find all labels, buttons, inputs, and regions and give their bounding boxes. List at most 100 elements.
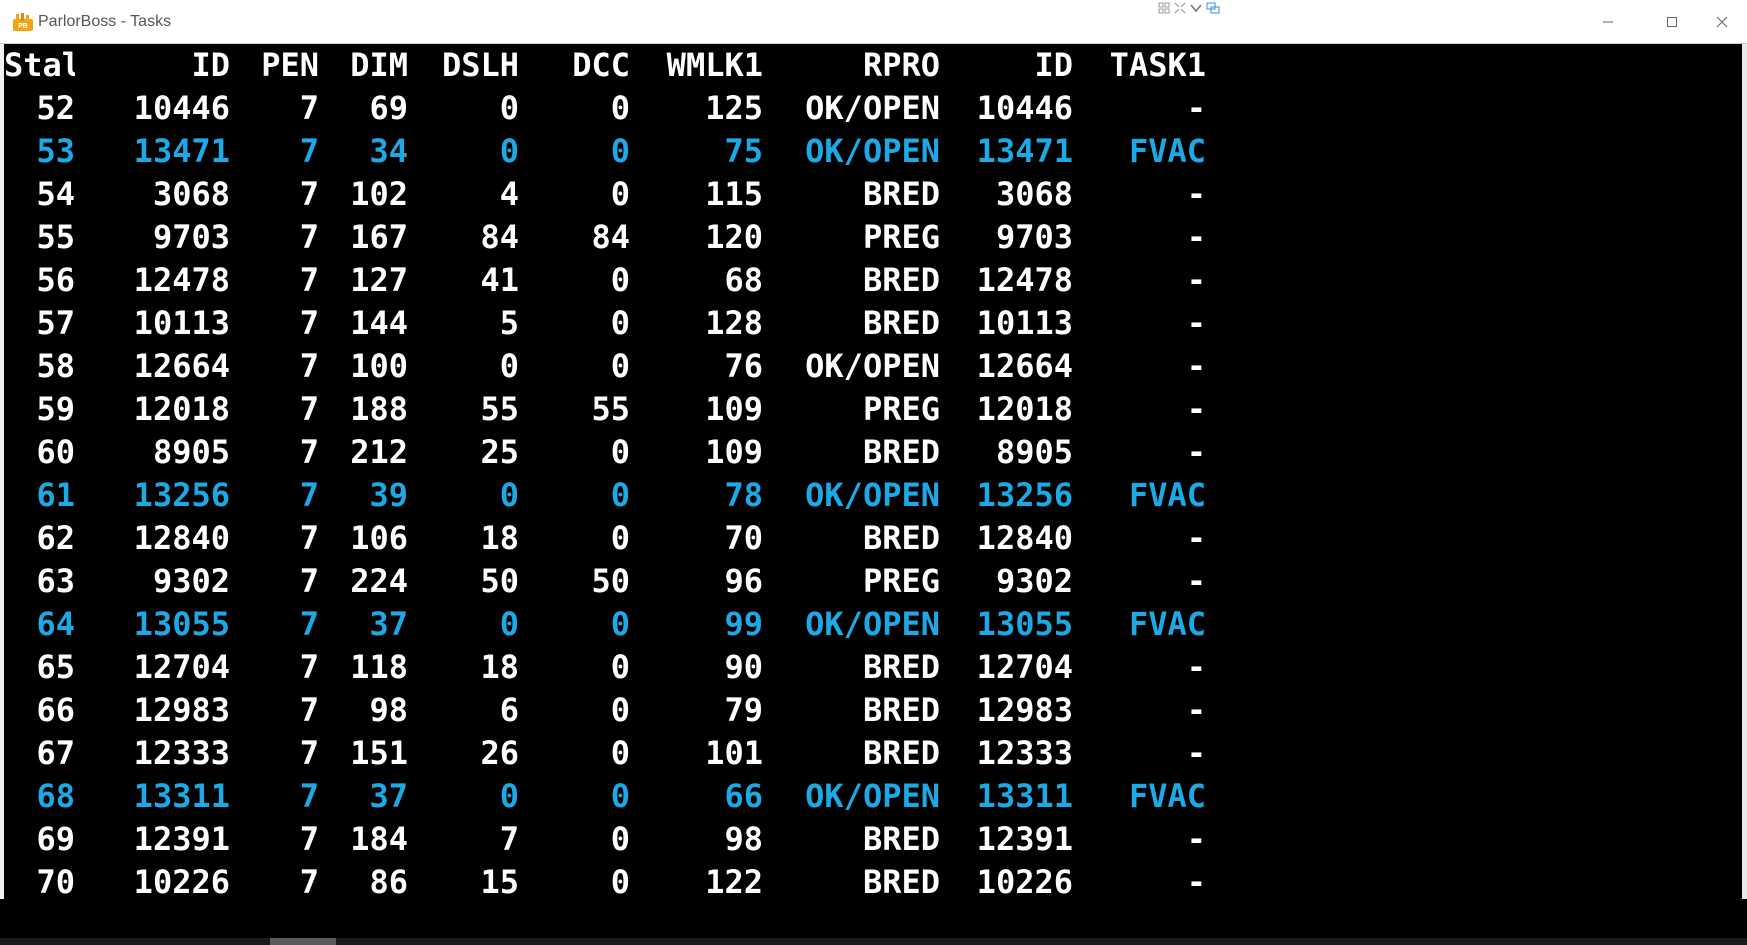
horizontal-scrollbar-thumb[interactable] [270,938,336,945]
cell-id: 13471 [133,132,230,170]
cell-pen: 7 [299,648,319,686]
cell-id: 12391 [133,820,230,858]
cell-dcc: 0 [610,347,630,385]
cell-wmlk1: 79 [724,691,763,729]
cell-rpro: OK/OPEN [805,347,940,385]
cell-id: 12018 [133,390,230,428]
table-row: 68 13311 7 37 0 0 66 OK/OPEN 13311 FVAC [4,775,1206,818]
cell-rpro: BRED [862,304,940,342]
cell-wmlk1: 68 [724,261,763,299]
cell-stall: 55 [36,218,75,256]
cell-rpro: BRED [862,433,940,471]
cell-dslh: 4 [499,175,519,213]
cell-stall: 60 [36,433,75,471]
cell-dcc: 0 [610,261,630,299]
cell-dslh: 0 [499,777,519,815]
cell-wmlk1: 109 [705,390,763,428]
table-header-row: Stall ID PEN DIM DSLH DCC WMLK1 RPRO ID TASK1 [4,44,1206,87]
cell-pen: 7 [299,863,319,901]
cell-dim: 69 [369,89,408,127]
minimize-button[interactable] [1578,0,1638,44]
cell-dcc: 84 [591,218,630,256]
cell-pen: 7 [299,132,319,170]
table-row: 62 12840 7 106 18 0 70 BRED 12840 - [4,517,1206,560]
table-row: 65 12704 7 118 18 0 90 BRED 12704 - [4,646,1206,689]
horizontal-scrollbar[interactable] [0,938,1747,945]
cell-wmlk1: 90 [724,648,763,686]
cell-stall: 56 [36,261,75,299]
table-row: 63 9302 7 224 50 50 96 PREG 9302 - [4,560,1206,603]
cell-stall: 66 [36,691,75,729]
expand-icon[interactable] [1174,1,1186,14]
cell-id2: 13471 [976,132,1073,170]
maximize-button[interactable] [1642,0,1702,44]
cell-pen: 7 [299,175,319,213]
chevron-down-icon[interactable] [1190,1,1202,13]
title-bar[interactable]: PB ParlorBoss - Tasks [0,0,1747,44]
cell-task1: - [1186,433,1206,471]
cell-dcc: 0 [610,777,630,815]
cell-stall: 62 [36,519,75,557]
cell-dim: 188 [350,390,408,428]
cell-id: 12333 [133,734,230,772]
cell-task1: FVAC [1128,777,1206,815]
grid-icon[interactable] [1158,1,1170,14]
cell-id2: 13311 [976,777,1073,815]
header-wmlk1: WMLK1 [666,46,763,84]
table-row: 56 12478 7 127 41 0 68 BRED 12478 - [4,259,1206,302]
cell-stall: 54 [36,175,75,213]
parlorboss-app-icon: PB [12,12,34,32]
cell-rpro: OK/OPEN [805,605,940,643]
cell-dim: 86 [369,863,408,901]
cell-id2: 12018 [976,390,1073,428]
header-stall: Stall [4,46,75,84]
cell-task1: - [1186,175,1206,213]
cell-task1: - [1186,734,1206,772]
remote-screen-icon[interactable] [1206,1,1220,14]
cell-id: 9703 [152,218,230,256]
cell-dcc: 0 [610,691,630,729]
cell-rpro: PREG [862,562,940,600]
table-row: 52 10446 7 69 0 0 125 OK/OPEN 10446 - [4,87,1206,130]
cell-dcc: 55 [591,390,630,428]
cell-pen: 7 [299,605,319,643]
cell-pen: 7 [299,218,319,256]
close-button[interactable] [1697,0,1747,44]
cell-dim: 127 [350,261,408,299]
cell-wmlk1: 96 [724,562,763,600]
cell-wmlk1: 75 [724,132,763,170]
cell-task1: - [1186,390,1206,428]
console-output[interactable]: Stall ID PEN DIM DSLH DCC WMLK1 RPRO ID TASK1 52 10… [0,44,1742,901]
cell-dslh: 0 [499,132,519,170]
cell-dim: 102 [350,175,408,213]
cell-pen: 7 [299,261,319,299]
cell-pen: 7 [299,476,319,514]
vertical-scrollbar[interactable] [1742,44,1747,899]
cell-dslh: 25 [480,433,519,471]
cell-stall: 57 [36,304,75,342]
title-tool-icons [1158,0,1220,14]
cell-rpro: BRED [862,820,940,858]
cell-task1: FVAC [1128,605,1206,643]
cell-id: 13055 [133,605,230,643]
cell-id2: 8905 [995,433,1073,471]
header-pen: PEN [261,46,319,84]
cell-pen: 7 [299,562,319,600]
header-dslh: DSLH [441,46,519,84]
cell-pen: 7 [299,820,319,858]
cell-id2: 3068 [995,175,1073,213]
cell-dslh: 0 [499,605,519,643]
cell-id: 12704 [133,648,230,686]
cell-task1: FVAC [1128,132,1206,170]
cell-wmlk1: 99 [724,605,763,643]
cell-pen: 7 [299,390,319,428]
cell-wmlk1: 66 [724,777,763,815]
cell-task1: - [1186,304,1206,342]
header-dcc: DCC [572,46,630,84]
cell-wmlk1: 70 [724,519,763,557]
cell-dcc: 0 [610,863,630,901]
cell-task1: - [1186,691,1206,729]
cell-dslh: 84 [480,218,519,256]
cell-id: 3068 [152,175,230,213]
cell-id: 9302 [152,562,230,600]
